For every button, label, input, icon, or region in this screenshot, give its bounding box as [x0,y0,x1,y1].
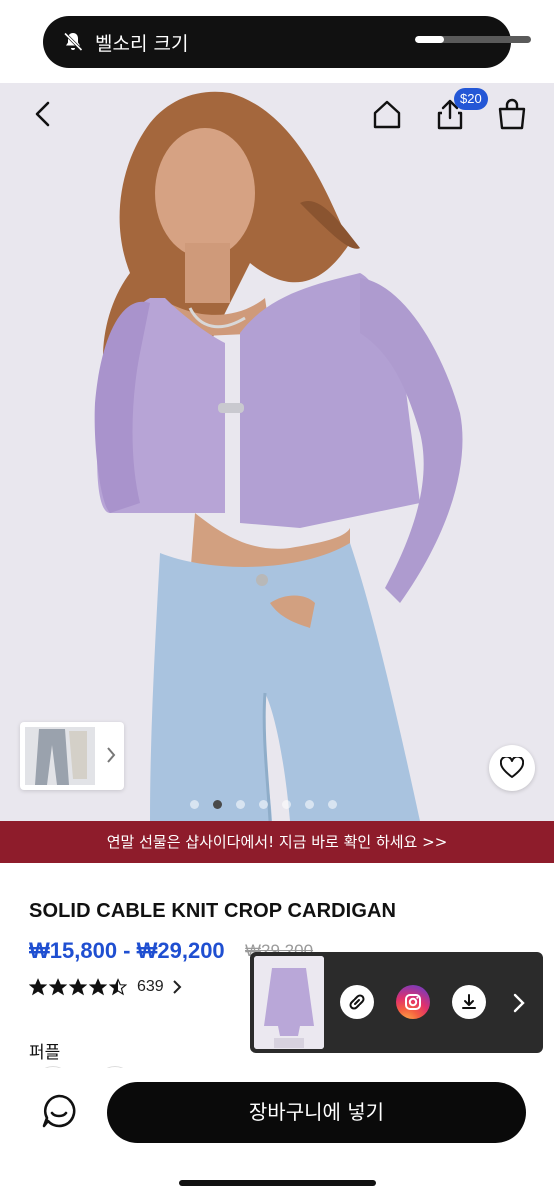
shopping-bag-icon[interactable] [496,97,528,131]
star-icon [89,978,107,996]
share-popup [250,952,543,1053]
copy-link-button[interactable] [340,985,374,1019]
heart-icon [500,757,524,778]
star-icon [69,978,87,996]
product-price: ₩15,800 - ₩29,200 [29,938,225,963]
carousel-pagination [190,800,337,810]
volume-fill [415,36,444,44]
product-title: SOLID CABLE KNIT CROP CARDIGAN [29,900,397,922]
ringer-label: 벨소리 크기 [95,33,189,55]
rating-stars [29,978,127,996]
carousel-dot [190,800,199,809]
review-count: 639 [137,978,164,995]
bottom-action-bar: 장바구니에 넣기 [0,1068,554,1200]
carousel-dot [282,800,291,809]
chat-bubble-icon[interactable] [40,1092,78,1130]
volume-track [415,36,531,44]
carousel-dot [305,800,314,809]
rating-summary[interactable]: 639 [29,977,182,997]
home-indicator [179,1180,376,1186]
instagram-icon [405,994,421,1010]
product-photo [0,83,554,821]
instagram-share-button[interactable] [396,985,430,1019]
share-reward-badge: $20 [454,88,488,110]
wishlist-button[interactable] [489,745,535,791]
chevron-right-icon[interactable] [512,992,526,1014]
bell-muted-icon [63,32,83,52]
download-button[interactable] [452,985,486,1019]
color-option-label: 퍼플 [29,1043,61,1063]
star-icon [29,978,47,996]
home-icon[interactable] [371,97,403,131]
ringer-volume-hud: 벨소리 크기 [43,16,531,68]
styling-thumbnail[interactable] [20,722,124,790]
carousel-dot [259,800,268,809]
chevron-right-icon [107,747,116,763]
star-icon [109,978,127,996]
product-image-carousel[interactable]: $20 [0,83,554,821]
jeans-thumbnail-image [23,725,97,787]
download-icon [462,994,476,1009]
chevron-right-icon [172,980,182,994]
carousel-dot [213,800,222,809]
link-icon [349,994,365,1010]
product-share-thumbnail [254,956,324,1049]
back-chevron-icon[interactable] [26,97,60,131]
add-to-cart-button[interactable]: 장바구니에 넣기 [107,1082,526,1143]
carousel-dot [236,800,245,809]
star-icon [49,978,67,996]
promo-banner[interactable]: 연말 선물은 샵사이다에서! 지금 바로 확인 하세요 >> [0,821,554,863]
carousel-dot [328,800,337,809]
